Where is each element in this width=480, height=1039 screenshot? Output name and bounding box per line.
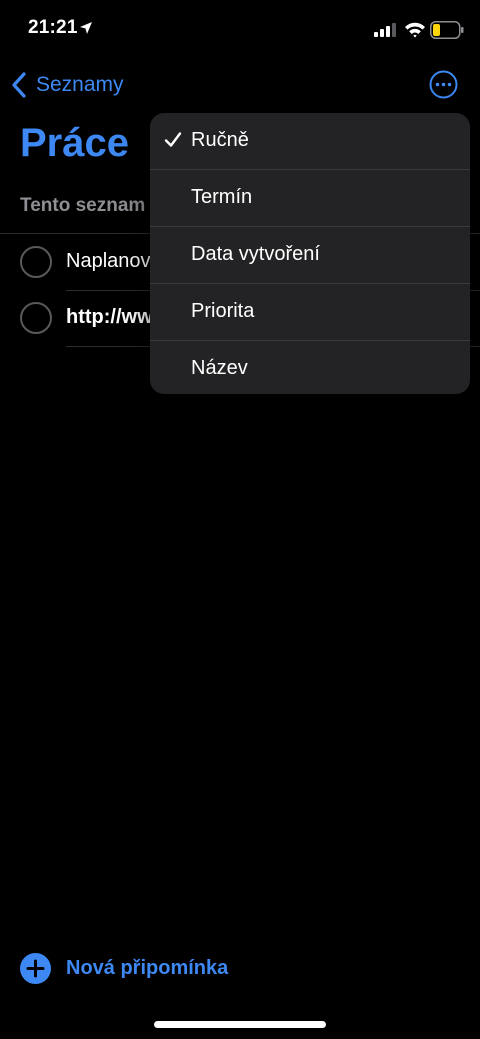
wifi-icon: [405, 22, 425, 38]
status-time: 21:21: [28, 17, 78, 38]
menu-item-creation-date[interactable]: Data vytvoření: [150, 227, 470, 284]
task-checkbox[interactable]: [20, 246, 52, 278]
task-title[interactable]: http://ww: [66, 306, 153, 329]
menu-item-label: Název: [191, 357, 248, 379]
menu-item-due-date[interactable]: Termín: [150, 170, 470, 227]
page-title: Práce: [20, 121, 129, 165]
new-reminder-label: Nová připomínka: [66, 957, 229, 979]
menu-item-priority[interactable]: Priorita: [150, 284, 470, 341]
menu-item-label: Ručně: [191, 129, 249, 151]
sort-menu: Ručně Termín Data vytvoření Priorita Náz…: [150, 113, 470, 394]
checkmark-icon: [164, 132, 182, 147]
task-checkbox[interactable]: [20, 302, 52, 334]
cellular-signal-icon: [374, 23, 396, 37]
menu-item-label: Priorita: [191, 300, 255, 322]
reminders-screen: 21:21 Seznamy Práce Tento seznam Naplano…: [0, 0, 480, 1039]
new-reminder-button[interactable]: Nová připomínka: [20, 953, 228, 984]
plus-circle-icon: [20, 953, 51, 984]
menu-item-title[interactable]: Název: [150, 341, 470, 394]
home-indicator[interactable]: [154, 1021, 326, 1028]
section-note: Tento seznam: [20, 195, 146, 216]
back-label: Seznamy: [36, 73, 124, 96]
chevron-left-icon: [12, 72, 26, 98]
more-options-icon[interactable]: [429, 70, 458, 99]
menu-item-label: Termín: [191, 186, 253, 208]
menu-item-label: Data vytvoření: [191, 243, 320, 265]
back-button[interactable]: Seznamy: [10, 68, 124, 102]
menu-item-manual[interactable]: Ručně: [150, 113, 470, 170]
battery-icon: [430, 21, 464, 39]
task-title[interactable]: Naplanov: [66, 250, 151, 273]
location-arrow-icon: [80, 22, 92, 34]
